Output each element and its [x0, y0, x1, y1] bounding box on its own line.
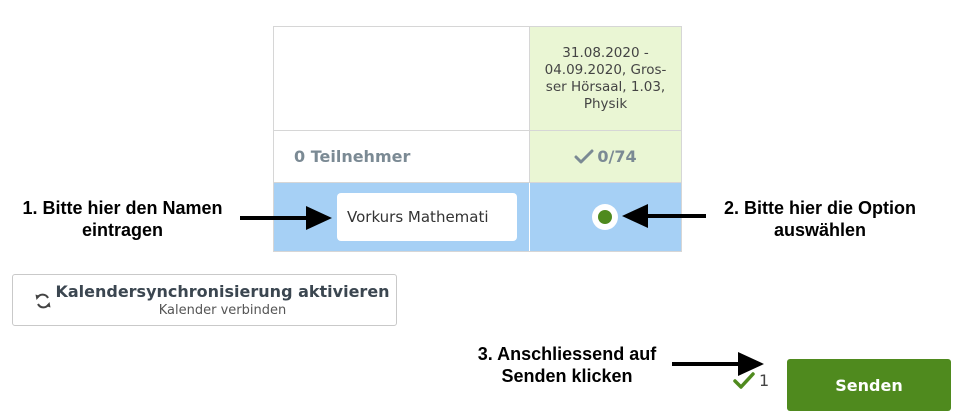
sync-icon [35, 293, 51, 309]
send-button[interactable]: Senden [787, 359, 951, 411]
calendar-sync-title: Kalendersynchronisierung aktivieren [55, 281, 390, 301]
instruction-step-3: 3. Anschliessend auf Senden klicken [477, 344, 657, 386]
checkmark-icon [733, 371, 755, 389]
poll-table: 31.08.2020 - 04.09.2020, Gros- ser Hörsa… [273, 26, 682, 252]
calendar-sync-button[interactable]: Kalendersynchronisierung aktivieren Kale… [12, 274, 397, 326]
participants-count: 0 Teilnehmer [274, 131, 530, 183]
instruction-step-1: 1. Bitte hier den Namen eintragen [22, 198, 223, 240]
calendar-sync-subtitle: Kalender verbinden [158, 302, 287, 318]
radio-selected-dot [598, 210, 612, 224]
option-radio[interactable] [592, 204, 618, 230]
calendar-sync-text: Kalendersynchronisierung aktivieren Kale… [13, 282, 396, 319]
vote-count-label: 0/74 [597, 147, 637, 166]
table-corner-cell [274, 27, 530, 131]
name-input[interactable] [337, 193, 517, 241]
arrow-right-icon [240, 206, 332, 230]
instruction-step-2: 2. Bitte hier die Option auswählen [723, 198, 916, 240]
participants-label: 0 Teilnehmer [294, 147, 411, 166]
selected-count: 1 [733, 371, 769, 390]
arrow-left-icon [622, 204, 706, 228]
selected-count-label: 1 [759, 371, 770, 390]
option-vote-count: 0/74 [530, 131, 681, 183]
checkmark-icon [574, 149, 594, 163]
option-header: 31.08.2020 - 04.09.2020, Gros- ser Hörsa… [530, 27, 681, 131]
option-header-label: 31.08.2020 - 04.09.2020, Gros- ser Hörsa… [544, 44, 667, 112]
